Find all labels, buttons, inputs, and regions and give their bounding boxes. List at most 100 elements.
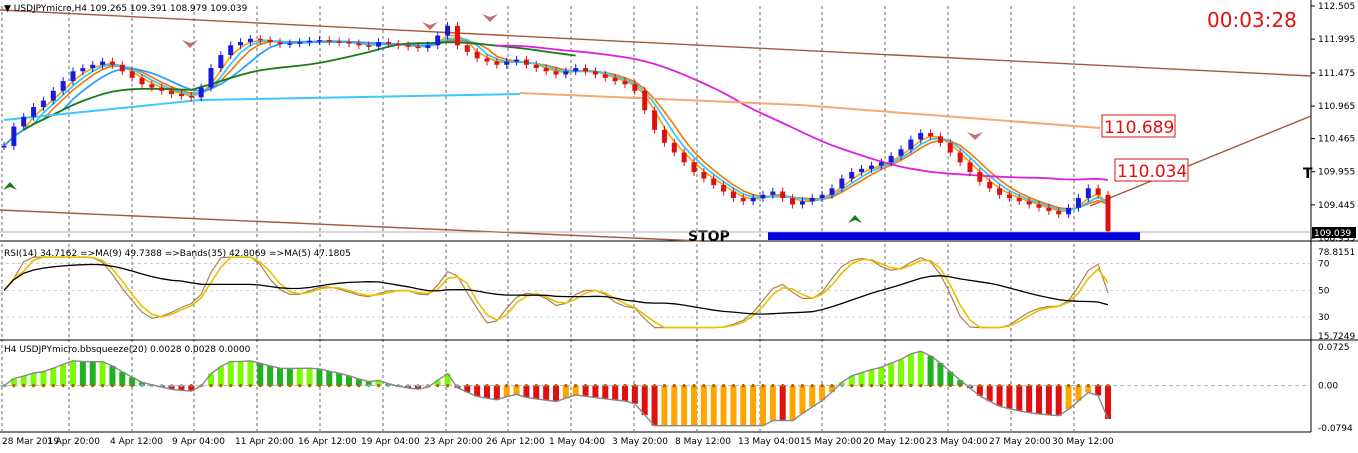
candle-body: [553, 71, 559, 75]
candle-body: [435, 35, 441, 46]
time-label: 23 May 04:00: [926, 437, 988, 447]
current-price-label: 109.039: [1314, 229, 1351, 239]
candle-body: [1056, 211, 1062, 215]
candle-body: [868, 165, 874, 169]
candle-body: [425, 45, 431, 48]
candle-body: [21, 116, 27, 127]
rsi-tick-label: 30: [1318, 313, 1330, 323]
bbs-dot: [514, 384, 519, 388]
candle-body: [592, 71, 598, 75]
bbs-dot: [810, 384, 814, 388]
time-label: 13 May 04:00: [738, 437, 800, 447]
candle-body: [937, 136, 943, 143]
candle-body: [169, 90, 175, 95]
candle-body: [928, 133, 934, 137]
candle-body: [504, 61, 510, 65]
bbs-bar: [809, 385, 816, 407]
bbs-dot: [179, 384, 184, 388]
bbs-dot: [347, 384, 351, 388]
candle-body: [918, 133, 924, 140]
bbs-dot: [278, 384, 282, 388]
candle-body: [60, 81, 66, 91]
candle-body: [1046, 207, 1052, 212]
time-label: 30 May 12:00: [1052, 437, 1114, 447]
candle-body: [356, 43, 362, 46]
bbs-dot: [1017, 384, 1021, 388]
candle-body: [159, 87, 165, 91]
candle-body: [395, 44, 401, 46]
rsi-header: RSI(14) 34.7162 =>MA(9) 49.7388 =>Bands(…: [4, 249, 351, 259]
bbsqueeze-pane[interactable]: [1, 350, 1111, 427]
bbs-dot: [879, 384, 883, 388]
bbs-dot: [1106, 384, 1110, 388]
candle-body: [208, 68, 214, 88]
bbs-dot: [367, 384, 371, 388]
bbs-dot: [100, 384, 105, 388]
bbs-bar: [986, 385, 993, 402]
bbs-dot: [317, 384, 322, 388]
bbs-dot: [603, 384, 607, 388]
bbs-dot: [800, 384, 805, 388]
candle-body: [316, 40, 322, 42]
candle-body: [1026, 201, 1032, 205]
candle-body: [415, 46, 421, 49]
candle-body: [1066, 207, 1072, 215]
bbs-dot: [909, 384, 913, 388]
bbs-dot: [12, 384, 16, 388]
bbs-tick-label: -0.0794: [1318, 424, 1353, 434]
candle-body: [1, 146, 7, 148]
bbs-dot: [61, 384, 65, 388]
rsi-tick-label: 78.8151: [1318, 248, 1355, 258]
candle-body: [533, 64, 539, 69]
bbs-bar: [336, 373, 343, 386]
bbs-bar: [888, 363, 895, 386]
candle-body: [691, 162, 697, 173]
bbs-bar: [257, 363, 264, 386]
bbs-dot: [51, 384, 55, 388]
time-label: 1 May 04:00: [549, 437, 605, 447]
candle-body: [287, 43, 293, 45]
bbs-dot: [1057, 384, 1061, 388]
bbs-bar: [927, 355, 934, 386]
candle-body: [967, 162, 973, 173]
bbs-dot: [140, 384, 144, 388]
candle-body: [770, 191, 776, 195]
rsi-tick-label: 15.7249: [1318, 332, 1355, 342]
candle-body: [671, 142, 677, 153]
price-tick-label: 109.445: [1318, 201, 1355, 211]
candle-body: [701, 172, 707, 179]
candle-body: [809, 198, 815, 202]
time-label: 11 Apr 20:00: [235, 437, 294, 447]
candle-body: [119, 64, 125, 72]
bbs-dot: [1037, 384, 1041, 388]
candle-body: [326, 40, 332, 42]
candle-body: [839, 178, 845, 189]
candle-body: [622, 81, 628, 85]
time-label: 4 Apr 12:00: [110, 437, 163, 447]
bbs-bar: [858, 372, 865, 386]
bbs-bar: [326, 371, 333, 386]
time-label: 8 May 12:00: [675, 437, 731, 447]
bbs-bar: [730, 385, 737, 426]
bbs-dot: [633, 384, 637, 388]
candle-body: [247, 38, 253, 43]
bbs-bar: [533, 385, 540, 399]
bbs-bar: [543, 385, 550, 401]
bbs-dot: [820, 384, 824, 388]
candle-body: [307, 40, 313, 43]
bbs-dot: [258, 384, 262, 388]
candle-body: [257, 38, 263, 41]
candle-body: [31, 107, 37, 117]
candle-body: [228, 45, 234, 56]
bbs-dot: [130, 384, 134, 388]
candle-body: [819, 194, 825, 199]
price-tick-label: 110.465: [1318, 135, 1355, 145]
bbs-dot: [495, 384, 499, 388]
time-label: 9 Apr 04:00: [172, 437, 225, 447]
bbs-tick-label: 0.00: [1318, 382, 1338, 392]
chart-canvas[interactable]: 112.505 111.995 111.475 110.965 110.465 109.9…: [0, 0, 1358, 453]
bbs-dot: [357, 384, 361, 388]
bbs-bar: [1065, 385, 1072, 410]
bbs-dot: [288, 384, 292, 388]
bbs-dot: [771, 384, 775, 388]
